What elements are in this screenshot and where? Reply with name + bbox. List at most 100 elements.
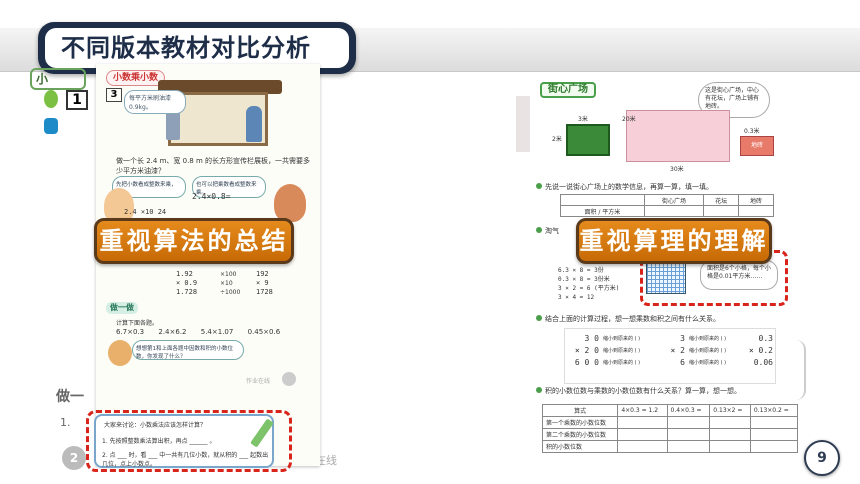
vertical-calc-right: 192 × 9 1728 xyxy=(256,270,273,297)
practice-label: 做一做 xyxy=(106,302,138,314)
problem-text: 做一个长 2.4 m、宽 0.8 m 的长方形宣传栏展板，一共需要多少平方米油漆… xyxy=(116,157,311,175)
dimension-label: 30米 xyxy=(670,166,684,173)
bg-example-number: 1 xyxy=(66,90,88,110)
watermark: 作业在线 xyxy=(246,378,271,385)
exercise-item: 0.45×0.6 xyxy=(247,328,281,336)
table-cell xyxy=(617,416,668,429)
table-cell xyxy=(749,428,799,441)
table-cell xyxy=(617,428,668,441)
table-cell xyxy=(738,205,774,217)
mid-calc: 2.4 ×10 24 xyxy=(124,208,167,216)
bullet-icon xyxy=(536,315,542,321)
tile-diagram: 地砖 xyxy=(740,136,774,156)
speech-bubble: 每平方米刷油漆0.9kg。 xyxy=(124,90,186,114)
exercise-list: 6.7×0.3 2.4×6.2 5.4×1.07 0.45×0.6 xyxy=(116,328,312,336)
area-table: 街心广场 花坛 地砖 面积 / 平方米 xyxy=(560,194,774,217)
table-cell xyxy=(617,440,668,453)
mult-label: 缩小到原来的 ( ) xyxy=(689,348,727,354)
table-header: 算式 xyxy=(541,404,619,417)
mult-line: × 2 xyxy=(670,346,685,355)
table-cell xyxy=(666,416,711,429)
table-header: 街心广场 xyxy=(643,194,705,206)
table-cell xyxy=(666,440,711,453)
table-cell xyxy=(666,428,711,441)
algorithm-summary-label: 重视算法的总结 xyxy=(94,218,294,264)
section-title: 街心广场 xyxy=(540,82,596,98)
calc-line: × 9 xyxy=(256,279,269,287)
mult-label: 缩小到原来的 ( ) xyxy=(689,360,727,366)
calculation-steps: 6.3 × 8 = 3份 0.3 × 8 = 3份米 3 × 2 = 6 (平方… xyxy=(558,266,619,302)
mult-line: 6 xyxy=(680,358,685,367)
bg-green-marker-icon xyxy=(44,90,58,108)
formula: 2.4×0.8= xyxy=(192,192,231,201)
student-illustration xyxy=(108,340,132,366)
principle-understanding-label: 重视算理的理解 xyxy=(576,218,772,264)
bullet-icon xyxy=(536,227,542,233)
calc-line: 1.728 xyxy=(176,288,198,296)
mult-line: 0.06 xyxy=(753,358,773,367)
question-3: 结合上面的计算过程，想一想乘数和积之间有什么关系。 xyxy=(536,314,720,324)
calc-step: 0.3 × 8 = 3份米 xyxy=(558,276,610,283)
table-cell xyxy=(709,440,751,453)
flowerbed-diagram xyxy=(566,124,610,156)
calc-step: 6.3 × 8 = 3份 xyxy=(558,267,604,274)
mult-line: × 0.2 xyxy=(748,346,773,355)
exercise-item: 6.7×0.3 xyxy=(116,328,145,336)
bg-blue-marker-icon xyxy=(44,118,58,134)
calc-line: 1728 xyxy=(256,288,273,296)
mult-label: 缩小到原来的 ( ) xyxy=(603,360,641,366)
dimension-label: 2米 xyxy=(552,136,562,143)
page-title: 不同版本教材对比分析 xyxy=(61,34,311,62)
highlight-box-left xyxy=(86,410,292,472)
page-number: 9 xyxy=(804,440,840,476)
decimal-places-table: 算式 4×0.3 = 1.2 0.4×0.3 = 0.13×2 = 0.13×0… xyxy=(541,404,799,453)
bg-item-one: 1. xyxy=(60,416,71,429)
calc-step: 3 × 2 = 6 (平方米) xyxy=(558,285,620,292)
plaza-diagram xyxy=(626,110,730,162)
question-4: 积的小数位数与乘数的小数位数有什么关系？算一算，想一想。 xyxy=(536,386,741,396)
table-cell: 面积 / 平方米 xyxy=(560,205,645,217)
mult-column: 3 0 × 2 0 6 0 0 xyxy=(569,333,599,369)
mult-line: 3 0 xyxy=(584,334,599,343)
dimension-label: 3米 xyxy=(578,116,588,123)
owl-icon xyxy=(282,372,296,386)
mult-label: 缩小到原来的 ( ) xyxy=(603,348,641,354)
calc-line: × 0.9 xyxy=(176,279,198,287)
lesson-title: 小数乘小数 xyxy=(106,70,166,86)
bullet-icon xyxy=(536,387,542,393)
table-header: 0.4×0.3 = xyxy=(666,404,711,417)
mult-label: 缩小到原来的 ( ) xyxy=(603,336,641,342)
table-cell xyxy=(749,440,799,453)
arrow-label: ×10 xyxy=(220,280,233,287)
mult-labels: 缩小到原来的 ( ) 缩小到原来的 ( ) 缩小到原来的 ( ) xyxy=(603,333,640,369)
multiplication-comparison: 3 0 × 2 0 6 0 0 缩小到原来的 ( ) 缩小到原来的 ( ) 缩小… xyxy=(564,328,776,384)
table-cell xyxy=(709,428,751,441)
student-illustration xyxy=(274,184,306,222)
decorative-bracket xyxy=(796,340,806,400)
question-text: 积的小数位数与乘数的小数位数有什么关系？算一算，想一想。 xyxy=(545,387,741,395)
mult-column: 0.3 × 0.2 0.06 xyxy=(737,333,773,369)
table-header: 0.13×2 = xyxy=(709,404,751,417)
mult-label: 缩小到原来的 ( ) xyxy=(689,336,727,342)
table-header xyxy=(560,194,645,206)
title-bar-inner: 不同版本教材对比分析 xyxy=(45,28,349,68)
mult-line: × 2 0 xyxy=(574,346,599,355)
table-row-label: 积的小数位数 xyxy=(541,440,619,453)
exercise-item: 2.4×6.2 xyxy=(158,328,187,336)
calc-line: 192 xyxy=(256,270,269,278)
table-row-label: 第二个乘数的小数位数 xyxy=(541,428,619,441)
table-row-label: 第一个乘数的小数位数 xyxy=(541,416,619,429)
table-cell xyxy=(643,205,705,217)
calc-arrows: ×100 ×10 ÷1000 xyxy=(220,270,240,297)
bg-right-fragment xyxy=(516,96,530,152)
mult-line: 3 xyxy=(680,334,685,343)
practice-instruction: 计算下面各题。 xyxy=(116,320,159,327)
table-header: 4×0.3 = 1.2 xyxy=(617,404,668,417)
calc-step: 3 × 4 = 12 xyxy=(558,294,595,301)
dimension-label: 0.3米 xyxy=(744,128,760,135)
dimension-label: 20米 xyxy=(622,116,636,123)
calc-line: 1.92 xyxy=(176,270,193,278)
worker-illustration xyxy=(246,106,262,142)
question-text: 结合上面的计算过程，想一想乘数和积之间有什么关系。 xyxy=(545,315,720,323)
mult-line: 6 0 0 xyxy=(574,358,599,367)
